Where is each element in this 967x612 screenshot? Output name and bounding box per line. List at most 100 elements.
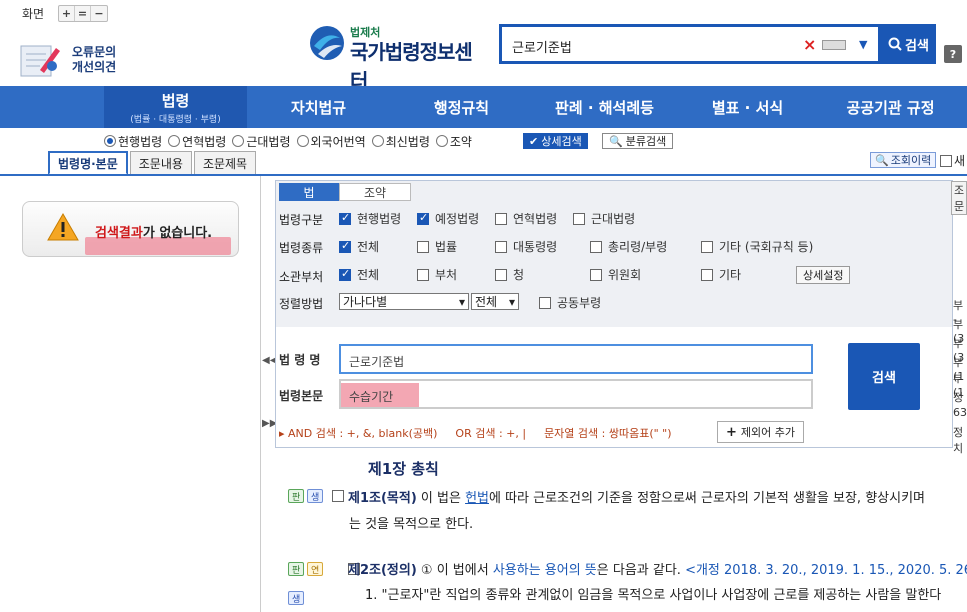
advanced-search-button[interactable]: ✔ 상세검색 <box>523 133 588 149</box>
dept-all-check[interactable] <box>339 267 351 281</box>
sort-scope-select[interactable]: 전체 ▾ <box>471 293 519 310</box>
right-edge-tab[interactable]: 조문 <box>951 181 967 215</box>
radio-history[interactable] <box>168 135 181 147</box>
joint-ordinance-check[interactable] <box>539 296 551 309</box>
article2-amend-note[interactable]: <개정 2018. 3. 20., 2019. 1. 15., 2020. 5.… <box>685 563 967 578</box>
search-button-label: 검색 <box>905 38 929 54</box>
zoom-reset-button[interactable]: = <box>75 6 91 21</box>
search-input[interactable]: 근로기준법 × ▼ <box>499 24 881 64</box>
advanced-search-icon: ✔ <box>529 134 539 148</box>
site-logo[interactable]: 법제처 국가법령정보센터 <box>308 22 488 93</box>
sort-select[interactable]: 가나다별 ▾ <box>339 293 469 310</box>
cat-planned-check[interactable] <box>417 211 429 225</box>
life-law-badge[interactable]: 생 <box>307 489 324 503</box>
law-body-label: 법령본문 <box>279 389 324 403</box>
dept-committee-check[interactable] <box>590 268 602 281</box>
nav-precedent[interactable]: 판례 · 해석례등 <box>533 86 676 128</box>
dept-ministry[interactable]: 부처 <box>417 266 457 283</box>
tab-law-name-body[interactable]: 법령명·본문 <box>48 151 128 175</box>
dept-ministry-check[interactable] <box>417 268 429 281</box>
history-badge[interactable]: 연 <box>307 562 324 576</box>
subtab-treaty[interactable]: 조약 <box>339 183 411 201</box>
dept-etc-check[interactable] <box>701 268 713 281</box>
nav-appendix[interactable]: 별표 · 서식 <box>676 86 819 128</box>
dept-agency-check[interactable] <box>495 268 507 281</box>
cat-planned-label: 예정법령 <box>435 212 480 226</box>
nav-law[interactable]: 법령 (법률 · 대통령령 · 부령) <box>104 86 247 128</box>
radio-latest[interactable] <box>371 135 384 147</box>
new-checkbox[interactable]: 새 <box>940 152 965 169</box>
filter-latest[interactable]: 최신법령 <box>371 133 430 150</box>
view-history-button[interactable]: 🔍 조회이력 <box>870 152 937 168</box>
precedent-badge[interactable]: 판 <box>288 489 305 503</box>
cat-planned[interactable]: 예정법령 <box>417 210 479 227</box>
cat-current-check[interactable] <box>339 211 351 225</box>
kind-ordinance-check[interactable] <box>590 240 602 253</box>
joint-ordinance[interactable]: 공동부령 <box>539 294 601 311</box>
nav-local-law[interactable]: 자치법규 <box>247 86 390 128</box>
kind-decree[interactable]: 대통령령 <box>495 238 557 255</box>
kind-etc-check[interactable] <box>701 240 713 253</box>
keyboard-icon[interactable] <box>822 40 846 50</box>
article1-title[interactable]: 제1조(목적) <box>348 491 417 506</box>
zoom-in-button[interactable]: + <box>59 6 75 21</box>
dept-all[interactable]: 전체 <box>339 266 379 283</box>
article1-checkbox[interactable] <box>332 490 344 502</box>
kind-decree-check[interactable] <box>495 240 507 253</box>
article2-title[interactable]: 제2조(정의) <box>348 563 417 578</box>
radio-foreign[interactable] <box>296 135 309 147</box>
nav-public-rule[interactable]: 공공기관 규정 <box>819 86 962 128</box>
law-name-input[interactable]: 근로기준법 <box>339 344 813 374</box>
feedback-link[interactable]: 오류문의 개선의견 <box>14 40 124 80</box>
filter-treaty[interactable]: 조약 <box>435 133 472 150</box>
kind-ordinance[interactable]: 총리령/부령 <box>590 238 667 255</box>
clear-icon[interactable]: × <box>803 35 816 54</box>
add-exclude-word-button[interactable]: + 제외어 추가 <box>717 421 805 443</box>
detail-settings-button[interactable]: 상세설정 <box>796 266 851 284</box>
advanced-filter-area: 법 조약 법령구분 현행법령 예정법령 연혁법령 근대법령 법령종류 전체 법률… <box>276 181 952 327</box>
dept-etc[interactable]: 기타 <box>701 266 741 283</box>
life-law-badge[interactable]: 생 <box>288 591 305 605</box>
dept-committee[interactable]: 위원회 <box>590 266 641 283</box>
kind-all[interactable]: 전체 <box>339 238 379 255</box>
nav-admin-rule[interactable]: 행정규칙 <box>390 86 533 128</box>
law-name-label: 법 령 명 <box>279 353 321 367</box>
radio-modern[interactable] <box>232 135 245 147</box>
advanced-search-submit[interactable]: 검색 <box>848 343 920 410</box>
kind-etc[interactable]: 기타 (국회규칙 등) <box>701 238 813 255</box>
tab-article-title[interactable]: 조문제목 <box>193 151 257 175</box>
kind-act[interactable]: 법률 <box>417 238 457 255</box>
dropdown-icon[interactable]: ▼ <box>859 38 867 51</box>
filter-treaty-label: 조약 <box>449 134 472 149</box>
filter-current[interactable]: 현행법령 <box>104 133 162 150</box>
filter-history[interactable]: 연혁법령 <box>168 133 226 150</box>
radio-treaty[interactable] <box>435 135 448 147</box>
cat-modern[interactable]: 근대법령 <box>573 210 635 227</box>
term-definition-link[interactable]: 사용하는 용어의 뜻 <box>493 563 597 578</box>
filter-foreign-label: 외국어번역 <box>310 134 366 149</box>
kind-all-check[interactable] <box>339 239 351 253</box>
dept-agency[interactable]: 청 <box>495 266 524 283</box>
law-body-input[interactable]: 수습기간 <box>339 379 813 409</box>
cat-history-check[interactable] <box>495 212 507 225</box>
radio-current[interactable] <box>104 135 116 147</box>
constitution-link[interactable]: 헌법 <box>465 491 489 506</box>
tab-article-content[interactable]: 조문내용 <box>129 151 192 175</box>
new-check[interactable] <box>940 154 952 167</box>
dept-label: 소관부처 <box>279 270 324 284</box>
kind-act-check[interactable] <box>417 240 429 253</box>
classify-search-button[interactable]: 🔍 분류검색 <box>602 133 674 149</box>
no-result-message: 검색결과가 없습니다. <box>95 222 212 241</box>
cat-history[interactable]: 연혁법령 <box>495 210 557 227</box>
filter-modern[interactable]: 근대법령 <box>232 133 291 150</box>
cat-modern-check[interactable] <box>573 212 585 225</box>
precedent-badge[interactable]: 판 <box>288 562 305 576</box>
add-exclude-label: 제외어 추가 <box>740 426 796 439</box>
help-button[interactable]: ? <box>944 45 962 63</box>
category-label: 법령구분 <box>279 213 324 227</box>
cat-current[interactable]: 현행법령 <box>339 210 401 227</box>
filter-foreign[interactable]: 외국어번역 <box>296 133 366 150</box>
subtab-law[interactable]: 법 <box>279 183 339 201</box>
zoom-out-button[interactable]: − <box>91 6 107 21</box>
search-button[interactable]: 검색 <box>881 24 936 64</box>
